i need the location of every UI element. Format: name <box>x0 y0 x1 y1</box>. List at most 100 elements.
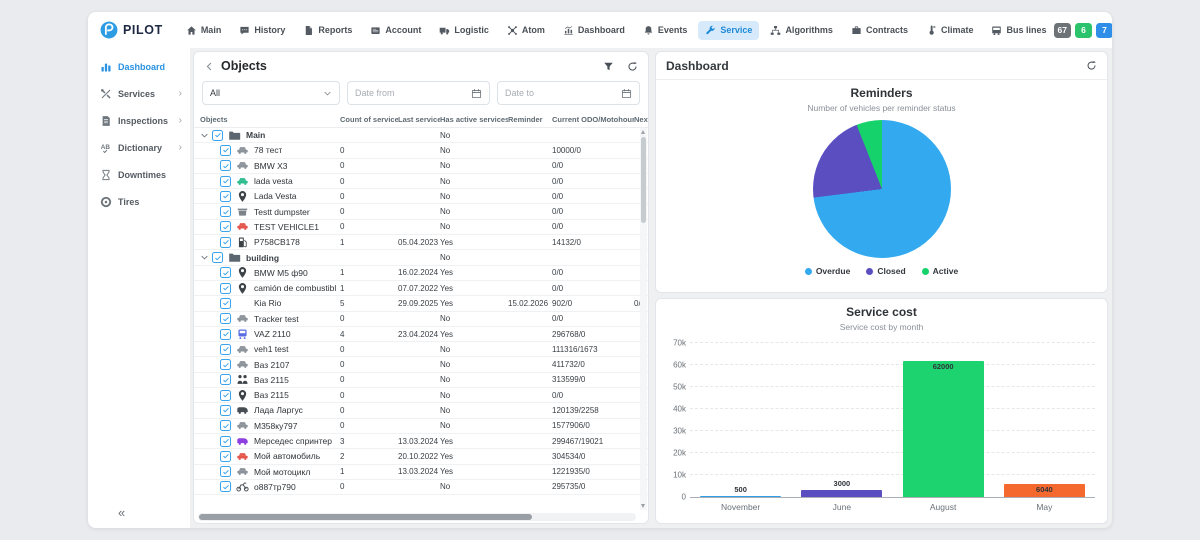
nav-item-atom[interactable]: Atom <box>500 21 552 40</box>
object-row-bmw-m5-ф90[interactable]: BMW M5 ф90116.02.2024Yes0/0 <box>194 266 648 281</box>
object-row-bmw-x3[interactable]: BMW X30No0/0 <box>194 159 648 174</box>
row-checkbox[interactable] <box>220 191 231 202</box>
nav-item-events[interactable]: Events <box>636 21 695 40</box>
sidebar-item-services[interactable]: Services› <box>88 80 190 107</box>
row-checkbox[interactable] <box>220 344 231 355</box>
object-row-kia-rio[interactable]: Kia Rio529.09.2025Yes15.02.2026902/00/0 <box>194 296 648 311</box>
bar-june[interactable] <box>801 490 882 497</box>
row-checkbox[interactable] <box>220 420 231 431</box>
object-row-ваз-2107[interactable]: Ваз 21070No411732/0 <box>194 357 648 372</box>
sidebar-item-downtimes[interactable]: Downtimes <box>88 161 190 188</box>
sidebar-item-dashboard[interactable]: Dashboard <box>88 53 190 80</box>
date-to-input[interactable] <box>505 88 617 98</box>
object-row-p758cb178[interactable]: P758CB178105.04.2023Yes14132/0 <box>194 235 648 250</box>
nav-item-history[interactable]: History <box>232 21 292 40</box>
row-checkbox[interactable] <box>220 329 231 340</box>
counter-badge[interactable]: 7 <box>1096 23 1112 38</box>
object-row-lada-vesta[interactable]: lada vesta0No0/0 <box>194 174 648 189</box>
dashboard-refresh-icon[interactable] <box>1086 60 1097 71</box>
objects-refresh-icon[interactable] <box>627 61 638 72</box>
sidebar-item-tires[interactable]: Tires <box>88 188 190 215</box>
group-row-building[interactable]: buildingNo <box>194 250 648 265</box>
row-checkbox[interactable] <box>212 130 223 141</box>
legend-item-overdue[interactable]: Overdue <box>805 266 851 276</box>
sidebar-collapse-button[interactable]: « <box>118 505 125 520</box>
row-checkbox[interactable] <box>220 451 231 462</box>
row-checkbox[interactable] <box>220 466 231 477</box>
legend-item-closed[interactable]: Closed <box>866 266 905 276</box>
row-checkbox[interactable] <box>220 405 231 416</box>
nav-item-dashboard[interactable]: Dashboard <box>556 21 632 40</box>
object-row-vaz-2110[interactable]: VAZ 2110423.04.2024Yes296768/0 <box>194 327 648 342</box>
nav-item-service[interactable]: Service <box>698 21 759 40</box>
object-row-testt-dumpster[interactable]: Testt dumpster0No0/0 <box>194 204 648 219</box>
nav-item-logistic[interactable]: Logistic <box>432 21 496 40</box>
expand-chevron-icon[interactable] <box>200 131 209 140</box>
current-odo: 411732/0 <box>552 360 634 369</box>
check-icon <box>222 345 230 353</box>
nav-item-main[interactable]: Main <box>179 21 229 40</box>
object-row-cami-n-de-combustible[interactable]: camión de combustible107.07.2022Yes0/0 <box>194 281 648 296</box>
object-row-m358ку797[interactable]: M358ку7970No1577906/0 <box>194 419 648 434</box>
row-checkbox[interactable] <box>220 267 231 278</box>
row-checkbox[interactable] <box>220 221 231 232</box>
nav-item-contracts[interactable]: Contracts <box>844 21 915 40</box>
nav-item-account[interactable]: Account <box>363 21 428 40</box>
vertical-scroll-thumb[interactable] <box>641 137 646 223</box>
row-checkbox[interactable] <box>220 160 231 171</box>
row-checkbox[interactable] <box>220 237 231 248</box>
object-row-мой-мотоцикл[interactable]: Мой мотоцикл113.03.2024Yes1221935/0 <box>194 465 648 480</box>
row-checkbox[interactable] <box>212 252 223 263</box>
nav-item-algorithms[interactable]: Algorithms <box>763 21 840 40</box>
calendar-icon[interactable] <box>621 88 632 99</box>
object-row-tracker-test[interactable]: Tracker test0No0/0 <box>194 312 648 327</box>
group-row-main[interactable]: MainNo <box>194 128 648 143</box>
scroll-down-arrow[interactable] <box>641 504 645 508</box>
bar-november[interactable] <box>700 496 781 497</box>
scroll-up-arrow[interactable] <box>641 130 645 134</box>
top-navbar: PILOT MainHistoryReportsAccountLogisticA… <box>88 12 1112 48</box>
bar-august[interactable] <box>903 361 984 497</box>
group-filter-select[interactable]: All <box>202 81 340 105</box>
object-row-lada-vesta[interactable]: Lada Vesta0No0/0 <box>194 189 648 204</box>
sidebar-item-inspections[interactable]: Inspections› <box>88 107 190 134</box>
row-checkbox[interactable] <box>220 298 231 309</box>
counter-badge[interactable]: 6 <box>1075 23 1092 38</box>
object-row-test-vehicle1[interactable]: TEST VEHICLE10No0/0 <box>194 220 648 235</box>
brand-logo[interactable]: PILOT <box>100 21 163 39</box>
row-checkbox[interactable] <box>220 436 231 447</box>
row-checkbox[interactable] <box>220 481 231 492</box>
object-row-78-тест[interactable]: 78 тест0No10000/0 <box>194 143 648 158</box>
object-row-o887тр790[interactable]: o887тр7900No295735/0 <box>194 480 648 495</box>
nav-item-reports[interactable]: Reports <box>296 21 359 40</box>
horizontal-scroll-thumb[interactable] <box>199 514 532 520</box>
legend-item-active[interactable]: Active <box>922 266 959 276</box>
row-checkbox[interactable] <box>220 206 231 217</box>
object-row-мой-автомобиль[interactable]: Мой автомобиль220.10.2022Yes304534/0 <box>194 449 648 464</box>
object-row-veh1-test[interactable]: veh1 test0No111316/1673 <box>194 342 648 357</box>
nav-item-climate[interactable]: Climate <box>919 21 981 40</box>
reminders-pie-chart[interactable] <box>813 120 951 258</box>
back-chevron-icon[interactable] <box>204 61 215 72</box>
objects-table-body: MainNo78 тест0No10000/0BMW X30No0/0lada … <box>194 128 648 495</box>
date-from-input[interactable] <box>355 88 467 98</box>
object-row-ваз-2115[interactable]: Ваз 21150No0/0 <box>194 388 648 403</box>
expand-chevron-icon[interactable] <box>200 253 209 262</box>
sidebar-item-dictionary[interactable]: ABDictionary› <box>88 134 190 161</box>
counter-badge[interactable]: 67 <box>1054 23 1071 38</box>
row-checkbox[interactable] <box>220 176 231 187</box>
row-checkbox[interactable] <box>220 283 231 294</box>
row-checkbox[interactable] <box>220 390 231 401</box>
object-row-мерседес-спринтер[interactable]: Мерседес спринтер313.03.2024Yes299467/19… <box>194 434 648 449</box>
filter-funnel-icon[interactable] <box>603 61 614 72</box>
row-checkbox[interactable] <box>220 359 231 370</box>
nav-item-bus-lines[interactable]: Bus lines <box>984 21 1053 40</box>
row-checkbox[interactable] <box>220 313 231 324</box>
row-checkbox[interactable] <box>220 145 231 156</box>
object-row-лада-ларгус[interactable]: Лада Ларгус0No120139/2258 <box>194 403 648 418</box>
vertical-scrollbar[interactable] <box>640 128 647 510</box>
calendar-icon[interactable] <box>471 88 482 99</box>
object-row-ваз-2115[interactable]: Ваз 21150No313599/0 <box>194 373 648 388</box>
horizontal-scrollbar[interactable] <box>198 513 636 521</box>
row-checkbox[interactable] <box>220 374 231 385</box>
